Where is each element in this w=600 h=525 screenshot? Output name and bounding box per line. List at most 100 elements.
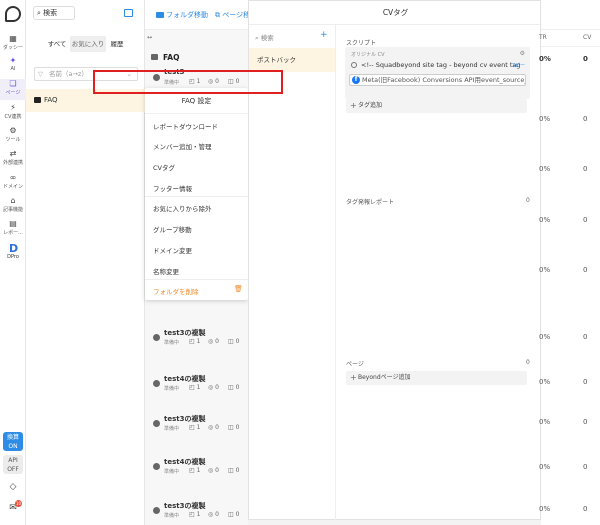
modal-search[interactable]: ⌕ 検索	[255, 32, 274, 43]
report-icon: ▤	[9, 219, 17, 228]
page-status-icon	[153, 380, 160, 387]
page-section-label: ページ	[346, 361, 364, 368]
page-status-icon	[153, 463, 160, 470]
grid-icon: ▦	[9, 34, 17, 43]
list-item[interactable]: test3の複製 準備中 ◰ 1 ◎ 0 ◫ 0	[145, 497, 248, 525]
table-cell: 0	[583, 216, 588, 224]
menu-divider	[145, 196, 248, 197]
menu-item-cv-tag[interactable]: CVタグ	[153, 162, 175, 172]
arrows-icon: ⇄	[9, 149, 17, 158]
conversion-on-toggle[interactable]: 換算 ON	[3, 432, 23, 451]
rail-item-dashboard[interactable]: ▦ ダッシー	[0, 34, 26, 52]
menu-divider	[145, 279, 248, 280]
table-cell: 0	[583, 266, 588, 274]
script-card: オリジナル CV ⚙ <!-- Squadbeyond site tag - b…	[345, 47, 530, 99]
menu-item-footer-info[interactable]: フッター情報	[153, 183, 192, 193]
list-item[interactable]: test3の複製 準備中 ◰ 1 ◎ 0 ◫ 0	[145, 324, 248, 364]
list-item[interactable]: test4の複製 準備中 ◰ 1 ◎ 0 ◫ 0	[145, 453, 248, 493]
menu-item-report-download[interactable]: レポートダウンロード	[153, 121, 218, 131]
page-count: 0	[526, 359, 530, 366]
copy-icon: ⧉	[215, 11, 220, 19]
expand-icon[interactable]: ↔	[147, 34, 152, 41]
tag-icon	[351, 62, 357, 68]
page-status-icon	[153, 420, 160, 427]
rail-item-article[interactable]: ⌂ 記事機能	[0, 196, 26, 214]
folder-icon	[34, 97, 41, 103]
rail-item-cv[interactable]: ⚡ CV連携	[0, 103, 26, 121]
table-cell: 0%	[539, 378, 551, 386]
add-icon[interactable]: +	[320, 30, 328, 40]
rail-item-ai[interactable]: ✦ AI	[0, 56, 26, 73]
app-logo-icon[interactable]	[5, 6, 21, 22]
highlight-box	[93, 70, 283, 94]
original-cv-label: オリジナル CV	[351, 52, 385, 58]
folder-search-button[interactable]: ⌕ 検索	[33, 6, 75, 20]
rail-item-domain[interactable]: ∞ ドメイン	[0, 173, 26, 191]
menu-item-domain-change[interactable]: ドメイン変更	[153, 245, 192, 255]
add-tag-button[interactable]: + タグ追加	[346, 99, 527, 113]
table-cell: 0%	[539, 333, 551, 341]
tool-icon: ⚙	[9, 126, 17, 135]
page-move-button[interactable]: ⧉ ページ移	[215, 10, 250, 20]
trash-icon[interactable]: 🗑	[234, 285, 243, 293]
report-section-label: タグ発報レポート	[346, 199, 395, 206]
page-status-icon	[153, 334, 160, 341]
dpro-link[interactable]: D DPro	[0, 243, 26, 260]
diamond-icon[interactable]: ◇	[8, 482, 18, 492]
table-cell: 0%	[539, 463, 551, 471]
menu-item-remove-favorite[interactable]: お気に入りから除外	[153, 203, 212, 213]
column-header-cv: CV	[583, 34, 592, 41]
add-folder-icon[interactable]	[124, 9, 133, 17]
rail-item-tools[interactable]: ⚙ ツール	[0, 126, 26, 144]
facebook-icon: f	[352, 76, 360, 84]
rail-item-integrations[interactable]: ⇄ 外部連携	[0, 149, 26, 167]
folder-settings-menu: FAQ 設定 レポートダウンロード メンバー追加・管理 CVタグ フッター情報 …	[145, 88, 248, 300]
gear-icon[interactable]: ⚙	[520, 50, 525, 57]
table-cell: 0	[583, 505, 588, 513]
table-cell: 0	[583, 463, 588, 471]
api-off-toggle[interactable]: API OFF	[3, 455, 23, 474]
link-icon: ∞	[9, 173, 17, 182]
notification-badge: 10	[15, 500, 22, 507]
copy-button[interactable]: コピー	[510, 62, 525, 69]
postback-item[interactable]: ポストバック	[249, 48, 335, 72]
list-item[interactable]: test4の複製 準備中 ◰ 1 ◎ 0 ◫ 0	[145, 370, 248, 410]
table-cell: 0%	[539, 216, 551, 224]
list-item[interactable]: test3の複製 準備中 ◰ 1 ◎ 0 ◫ 0	[145, 410, 248, 450]
table-cell: 0	[583, 333, 588, 341]
menu-item-delete-folder[interactable]: フォルダを削除	[153, 286, 199, 296]
search-icon: ⌕	[37, 9, 41, 17]
rail-item-report[interactable]: ▤ レポー...	[0, 219, 26, 237]
modal-title: CVタグ	[249, 1, 542, 25]
table-cell: 0	[583, 418, 588, 426]
modal-divider	[335, 25, 336, 521]
sparkle-icon: ✦	[9, 56, 17, 65]
meta-conversions-field[interactable]: f Meta(旧Facebook) Conversions API用event_…	[349, 74, 526, 86]
folder-tabs: すべて お気に入り 履歴	[26, 36, 145, 52]
menu-item-member-manage[interactable]: メンバー追加・管理	[153, 141, 212, 151]
stats-table	[541, 30, 600, 525]
table-cell: 0%	[539, 418, 551, 426]
tab-history[interactable]: 履歴	[108, 36, 126, 52]
plus-icon: +	[350, 101, 357, 110]
table-cell: 0	[583, 115, 588, 123]
menu-item-rename[interactable]: 名称変更	[153, 266, 179, 276]
tab-favorites[interactable]: お気に入り	[70, 36, 106, 52]
menu-item-group-move[interactable]: グループ移動	[153, 224, 192, 234]
dpro-logo-icon: D	[9, 242, 19, 255]
move-folder-button[interactable]: フォルダ移動	[156, 10, 208, 20]
table-cell: 0%	[539, 55, 551, 63]
report-count: 0	[526, 197, 530, 204]
beyond-page-add-button[interactable]: + Beyondページ追加	[346, 371, 527, 385]
search-icon: ⌕	[255, 34, 259, 42]
tab-all[interactable]: すべて	[46, 36, 68, 52]
rail-item-page[interactable]: ❏ ページ	[0, 79, 26, 100]
column-header-tr: TR	[539, 34, 547, 41]
article-icon: ⌂	[10, 196, 16, 205]
folder-icon	[156, 12, 164, 18]
table-cell: 0	[583, 378, 588, 386]
table-cell: 0%	[539, 266, 551, 274]
row-divider	[541, 46, 600, 47]
table-cell: 0%	[539, 165, 551, 173]
bolt-icon: ⚡	[10, 103, 16, 112]
